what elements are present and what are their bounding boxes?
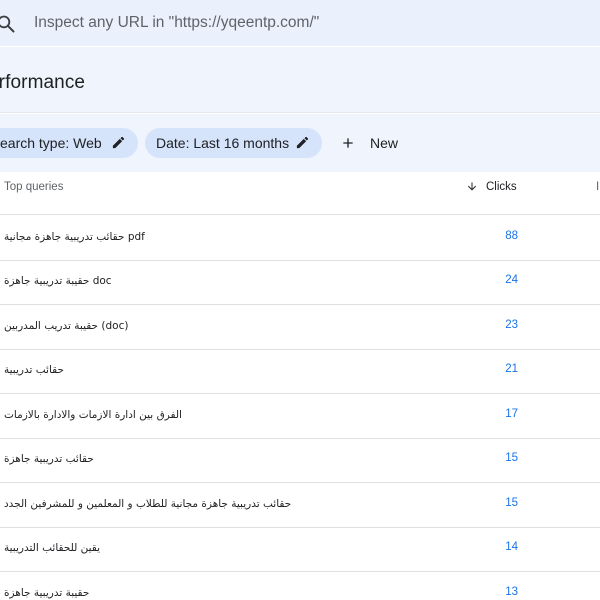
date-range-label: Date: Last 16 months: [156, 135, 290, 151]
column-header-clicks[interactable]: Clicks: [466, 180, 517, 193]
query-text: حقائب تدريبية جاهزة مجانية للطلاب و المع…: [4, 498, 292, 510]
date-range-chip[interactable]: Date: Last 16 months: [145, 128, 322, 158]
query-text: حقيبة تدريب المدربين (doc): [4, 320, 129, 332]
search-icon: [0, 15, 15, 33]
clicks-value: 17: [505, 408, 518, 420]
pencil-icon: [296, 136, 309, 149]
clicks-value: 23: [505, 319, 518, 331]
clicks-value: 88: [505, 230, 518, 242]
query-text: حقيبة تدريبية جاهزة doc: [4, 275, 112, 287]
search-type-label: earch type: Web: [0, 135, 102, 151]
query-text: حقائب تدريبية جاهزة مجانية pdf: [4, 231, 145, 243]
url-inspection-input[interactable]: [34, 11, 594, 35]
table-row[interactable]: حقيبة تدريبية جاهزة doc 24: [0, 260, 600, 305]
query-text: حقائب تدريبية: [4, 364, 64, 376]
table-row[interactable]: الفرق بين ادارة الازمات والادارة بالازما…: [0, 394, 600, 439]
table-row[interactable]: حقيبة تدريب المدربين (doc) 23: [0, 305, 600, 350]
table-row[interactable]: حقائب تدريبية 21: [0, 349, 600, 394]
performance-header: [0, 47, 600, 113]
query-text: يقين للحقائب التدريبية: [4, 542, 101, 554]
page-title: erformance: [0, 72, 86, 93]
query-text: حقيبة تدريبية جاهزة: [4, 587, 90, 599]
plus-icon: [343, 138, 353, 148]
clicks-value: 13: [505, 586, 518, 598]
column-header-queries[interactable]: Top queries: [4, 181, 63, 193]
table-row[interactable]: يقين للحقائب التدريبية 14: [0, 527, 600, 572]
table-row[interactable]: حقائب تدريبية جاهزة مجانية pdf 88: [0, 216, 600, 261]
new-filter-label: New: [370, 135, 399, 151]
clicks-value: 24: [505, 274, 518, 286]
clicks-value: 15: [505, 497, 518, 509]
search-type-chip[interactable]: earch type: Web: [0, 128, 138, 158]
new-filter-button[interactable]: New: [336, 128, 398, 158]
clicks-value: 14: [505, 541, 518, 553]
clicks-value: 15: [505, 452, 518, 464]
url-inspection-bar[interactable]: [0, 0, 600, 46]
table-header: [0, 172, 600, 215]
query-text: الفرق بين ادارة الازمات والادارة بالازما…: [4, 409, 182, 421]
arrow-down-icon: [468, 182, 476, 191]
table-row[interactable]: حقائب تدريبية جاهزة 15: [0, 438, 600, 483]
table-row[interactable]: حقائب تدريبية جاهزة مجانية للطلاب و المع…: [0, 483, 600, 528]
pencil-icon: [112, 136, 125, 149]
table-row[interactable]: حقيبة تدريبية جاهزة 13: [0, 572, 600, 600]
column-header-impressions[interactable]: I: [596, 181, 599, 193]
query-text: حقائب تدريبية جاهزة: [4, 453, 94, 465]
clicks-label: Clicks: [486, 180, 517, 193]
clicks-value: 21: [505, 363, 518, 375]
